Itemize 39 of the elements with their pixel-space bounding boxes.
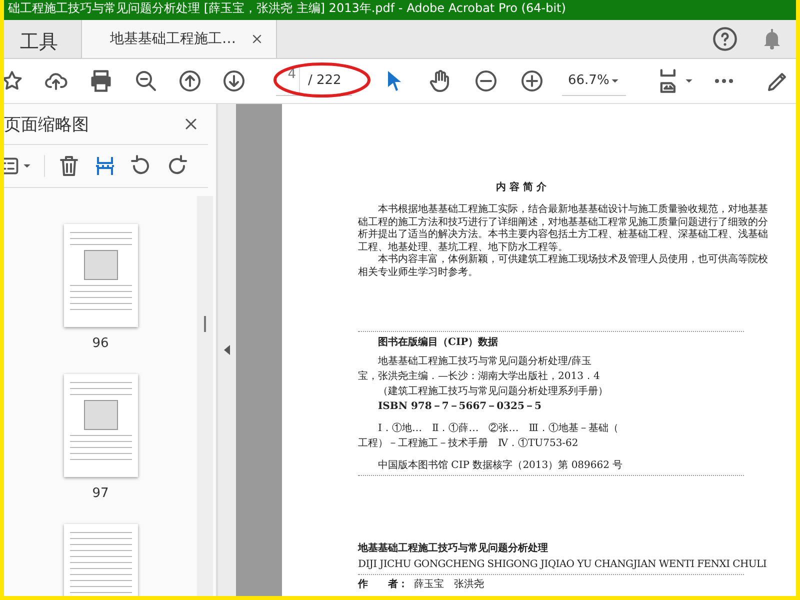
page-heading: 内 容 简 介 [496, 180, 548, 194]
author-names: 薛玉宝 张洪尧 [414, 578, 484, 592]
collapse-icon[interactable] [224, 345, 230, 355]
zoom-out-icon[interactable] [134, 69, 158, 93]
cip-line: 工程）－工程施工－技术手册 Ⅳ．①TU753-62 [358, 436, 580, 451]
page-thumbnail[interactable] [64, 374, 138, 477]
trash-icon[interactable] [57, 154, 81, 178]
hand-icon[interactable] [428, 69, 452, 93]
page-thumbnail[interactable] [64, 224, 138, 327]
book-title-pinyin: DIJI JICHU GONGCHENG SHIGONG JIQIAO YU CHANGJIAN WENTI FENXI CHULI [358, 558, 768, 572]
window-title: 础工程施工技巧与常见问题分析处理 [薛玉宝，张洪尧 主编] 2013年.pdf - Adobe Acrobat Pro (64-bit) [7, 0, 567, 17]
next-page-icon[interactable] [222, 69, 246, 93]
zoom-in-icon[interactable] [520, 69, 544, 93]
paragraph: 本书内容丰富，体例新颖，可供建筑工程施工现场技术及管理人员使用，也可供高等院校相关专业师生学习时参考。 [358, 254, 769, 279]
zoom-dropdown[interactable]: 66.7% [562, 66, 626, 96]
panel-title: 页面缩略图 [4, 114, 89, 136]
cip-line: 地基基础工程施工技巧与常见问题分析处理/薛玉 [377, 354, 592, 369]
cip-heading: 图书在版编目（CIP）数据 [378, 336, 500, 350]
cip-line: 宝，张洪尧主编．—长沙：湖南大学出版社，2013．4 [358, 370, 601, 384]
options-button[interactable] [4, 155, 45, 177]
cip-line: Ⅰ．①地… Ⅱ．①薛… ②张… Ⅲ．①地基－基础（ [377, 422, 620, 436]
document-tab[interactable]: 地基基础工程施工… [82, 20, 277, 58]
close-icon[interactable] [250, 32, 264, 46]
page-total: / 222 [307, 73, 342, 88]
author-label: 作 者： [358, 578, 408, 592]
zoom-out-icon[interactable] [474, 69, 498, 93]
print-icon[interactable] [88, 68, 114, 94]
help-icon[interactable] [712, 26, 738, 52]
scrollbar[interactable] [197, 196, 213, 596]
previous-page-icon[interactable] [178, 69, 202, 93]
cip-line: （建筑工程施工技巧与常见问题分析处理系列手册） [377, 384, 609, 399]
page-number: 96 [92, 336, 109, 351]
page-number: 97 [92, 486, 109, 501]
extract-pages-icon[interactable] [93, 154, 117, 178]
book-title: 地基基础工程施工技巧与常见问题分析处理 [358, 542, 549, 556]
cip-line: ISBN 978－7－5667－0325－5 [377, 400, 542, 414]
cip-line: 中国版本图书馆 CIP 数据核字（2013）第 089662 号 [377, 458, 624, 473]
paragraph: 本书根据地基基础工程施工实际，结合最新地基基础设计与施工质量验收规范，对地基基础工程的施工方法和技巧进行了详细阐述，对地基基础工程常见施工质量问题进行了细致的分析并提出了适当的解决方法。本书主要内容包括土方工程、桩基础工程、深基础工程、浅基础工程、地基处理、基坑工程、地下防水工程等。 [358, 204, 769, 254]
list-icon [4, 155, 20, 177]
